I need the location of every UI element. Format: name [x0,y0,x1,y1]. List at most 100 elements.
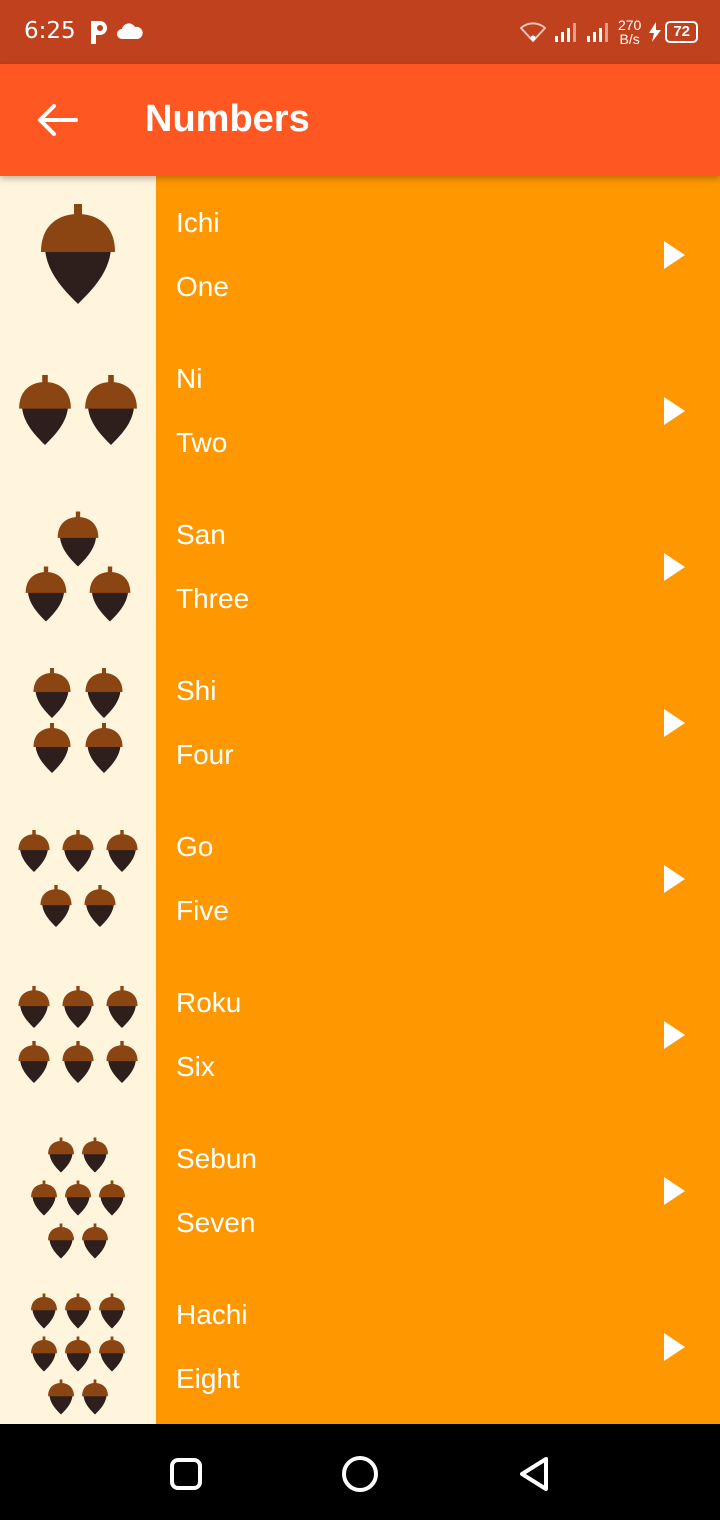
acorn-image-three [0,488,156,644]
list-item-body[interactable]: Hachi Eight [156,1268,720,1424]
play-icon[interactable] [662,240,686,270]
japanese-word: Ni [176,363,203,394]
english-word: Four [176,739,234,770]
japanese-word: Sebun [176,1143,257,1174]
list-item[interactable]: Hachi Eight [0,1268,720,1424]
list-item-body[interactable]: Roku Six [156,956,720,1112]
list-item-body[interactable]: Ichi One [156,176,720,332]
acorn-image-five [0,800,156,956]
play-icon[interactable] [662,1176,686,1206]
acorn-icon [82,1137,108,1173]
english-word: Seven [176,1207,256,1238]
acorn-icon [62,830,94,872]
play-icon[interactable] [662,864,686,894]
english-word: Eight [176,1363,240,1394]
play-icon[interactable] [662,552,686,582]
arrow-left-icon[interactable] [32,100,80,140]
acorn-icon [99,1293,125,1329]
japanese-word: Roku [176,987,242,1018]
acorn-icon [31,1180,57,1216]
play-icon[interactable] [662,1332,686,1362]
acorn-icon [18,986,50,1028]
acorn-icon [99,1336,125,1372]
acorn-icon [85,723,123,773]
list-item[interactable]: San Three [0,488,720,644]
system-nav-bar [0,1424,720,1520]
acorn-icon [18,830,50,872]
english-word: Three [176,583,250,614]
list-item-body[interactable]: Ni Two [156,332,720,488]
battery-level: 72 [665,21,698,43]
list-item[interactable]: Roku Six [0,956,720,1112]
acorn-icon [57,511,99,567]
signal-icon-1 [554,23,576,42]
circle-icon[interactable] [340,1454,380,1494]
list-item[interactable]: Ni Two [0,332,720,488]
acorn-icon [106,1041,138,1083]
english-word: Six [176,1051,215,1082]
list-item[interactable]: Sebun Seven [0,1112,720,1268]
acorn-icon [25,566,67,622]
acorn-image-two [0,332,156,488]
english-word: Five [176,895,229,926]
net-speed-unit: B/s [619,31,640,47]
play-icon[interactable] [662,396,686,426]
japanese-word: Ichi [176,207,220,238]
net-speed: 270 B/s [618,18,641,46]
status-right-group: 270 B/s 72 [519,14,698,50]
play-icon[interactable] [662,708,686,738]
acorn-icon [82,1379,108,1415]
list-item-body[interactable]: Shi Four [156,644,720,800]
acorn-icon [99,1180,125,1216]
acorn-image-four [0,644,156,800]
acorn-image-eight [0,1268,156,1424]
acorn-icon [19,375,71,445]
net-speed-value: 270 [617,17,642,33]
japanese-word: San [176,519,226,550]
acorn-icon [106,830,138,872]
acorn-icon [48,1379,74,1415]
acorn-image-seven [0,1112,156,1268]
acorn-icon [65,1180,91,1216]
acorn-icon [84,885,116,927]
status-bar: 6:25 270 B/s 72 [0,0,720,64]
acorn-icon [48,1137,74,1173]
acorn-icon [40,885,72,927]
acorn-icon [31,1293,57,1329]
parking-app-icon [91,21,107,44]
acorn-icon [65,1336,91,1372]
triangle-back-icon[interactable] [514,1454,554,1494]
page-title: Numbers [145,98,310,140]
english-word: Two [176,427,228,458]
acorn-icon [33,723,71,773]
list-item-body[interactable]: San Three [156,488,720,644]
acorn-icon [85,668,123,718]
acorn-icon [33,668,71,718]
acorn-icon [18,1041,50,1083]
signal-icon-2 [586,23,608,42]
acorn-icon [41,204,115,304]
status-time: 6:25 [24,18,76,44]
cloud-icon [117,23,143,39]
list-item-body[interactable]: Go Five [156,800,720,956]
list-item[interactable]: Go Five [0,800,720,956]
japanese-word: Go [176,831,214,862]
acorn-icon [82,1223,108,1259]
play-icon[interactable] [662,1020,686,1050]
acorn-icon [65,1293,91,1329]
list-item-body[interactable]: Sebun Seven [156,1112,720,1268]
acorn-image-six [0,956,156,1112]
acorn-icon [85,375,137,445]
list-item[interactable]: Ichi One [0,176,720,332]
acorn-icon [48,1223,74,1259]
square-icon[interactable] [166,1454,206,1494]
app-bar: Numbers [0,64,720,176]
acorn-icon [62,1041,94,1083]
acorn-icon [106,986,138,1028]
acorn-icon [89,566,131,622]
acorn-icon [31,1336,57,1372]
wifi-icon [519,22,546,43]
list-item[interactable]: Shi Four [0,644,720,800]
japanese-word: Shi [176,675,217,706]
charging-bolt-icon [649,22,662,42]
